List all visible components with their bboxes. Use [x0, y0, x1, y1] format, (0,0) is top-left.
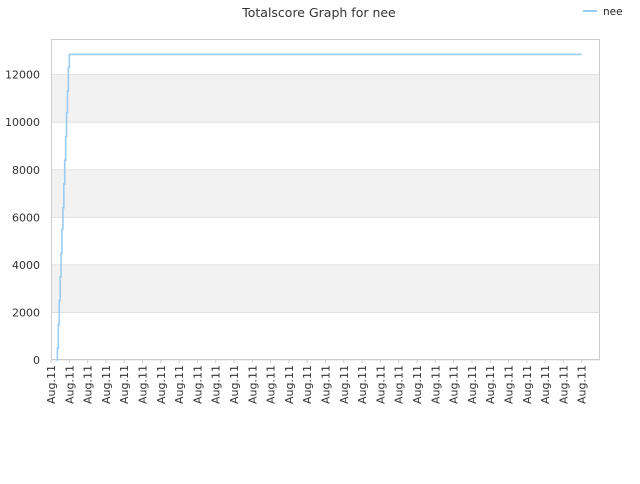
y-tick-label: 4000: [12, 259, 40, 272]
chart-title: Totalscore Graph for nee: [241, 5, 396, 20]
plot-band: [51, 312, 600, 360]
x-tick-label: Aug.11: [265, 365, 278, 404]
x-tick-label: Aug.11: [301, 365, 314, 404]
plot-band: [51, 39, 600, 75]
y-tick-label: 8000: [12, 164, 40, 177]
y-tick-label: 6000: [12, 211, 40, 224]
x-tick-label: Aug.11: [173, 365, 186, 404]
x-tick-label: Aug.11: [466, 365, 479, 404]
plot-band: [51, 264, 600, 313]
x-tick-label: Aug.11: [63, 365, 76, 404]
totalscore-chart: Totalscore Graph for nee nee 0 2000 4000 60…: [0, 0, 640, 480]
x-tick-label: Aug.11: [393, 365, 406, 404]
plot-band: [51, 217, 600, 265]
plot-band: [51, 169, 600, 218]
x-tick-label: Aug.11: [484, 365, 497, 404]
plot-band: [51, 122, 600, 170]
x-tick-label: Aug.11: [246, 365, 259, 404]
x-tick-label: Aug.11: [539, 365, 552, 404]
y-tick-label: 12000: [5, 69, 40, 82]
x-tick-label: Aug.11: [448, 365, 461, 404]
x-tick-label: Aug.11: [283, 365, 296, 404]
y-tick-label: 0: [33, 354, 40, 367]
legend-label-nee: nee: [603, 6, 623, 18]
x-tick-label: Aug.11: [356, 365, 369, 404]
x-tick-label: Aug.11: [576, 365, 589, 404]
x-tick-label: Aug.11: [118, 365, 131, 404]
x-tick-label: Aug.11: [521, 365, 534, 404]
x-tick-label: Aug.11: [100, 365, 113, 404]
x-tick-label: Aug.11: [320, 365, 333, 404]
x-tick-label: Aug.11: [45, 365, 58, 404]
x-tick-label: Aug.11: [557, 365, 570, 404]
y-tick-label: 2000: [12, 306, 40, 319]
x-tick-label: Aug.11: [228, 365, 241, 404]
chart-svg: Totalscore Graph for nee nee 0 2000 4000 60…: [5, 5, 623, 404]
plot-band: [51, 74, 600, 123]
x-tick-label: Aug.11: [137, 365, 150, 404]
y-tick-label: 10000: [5, 116, 40, 129]
x-tick-label: Aug.11: [155, 365, 168, 404]
x-tick-label: Aug.11: [338, 365, 351, 404]
x-tick-label: Aug.11: [503, 365, 516, 404]
legend: nee: [583, 6, 623, 18]
x-tick-label: Aug.11: [191, 365, 204, 404]
x-tick-label: Aug.11: [374, 365, 387, 404]
x-tick-label: Aug.11: [82, 365, 95, 404]
x-tick-label: Aug.11: [429, 365, 442, 404]
x-tick-label: Aug.11: [210, 365, 223, 404]
x-tick-label: Aug.11: [411, 365, 424, 404]
